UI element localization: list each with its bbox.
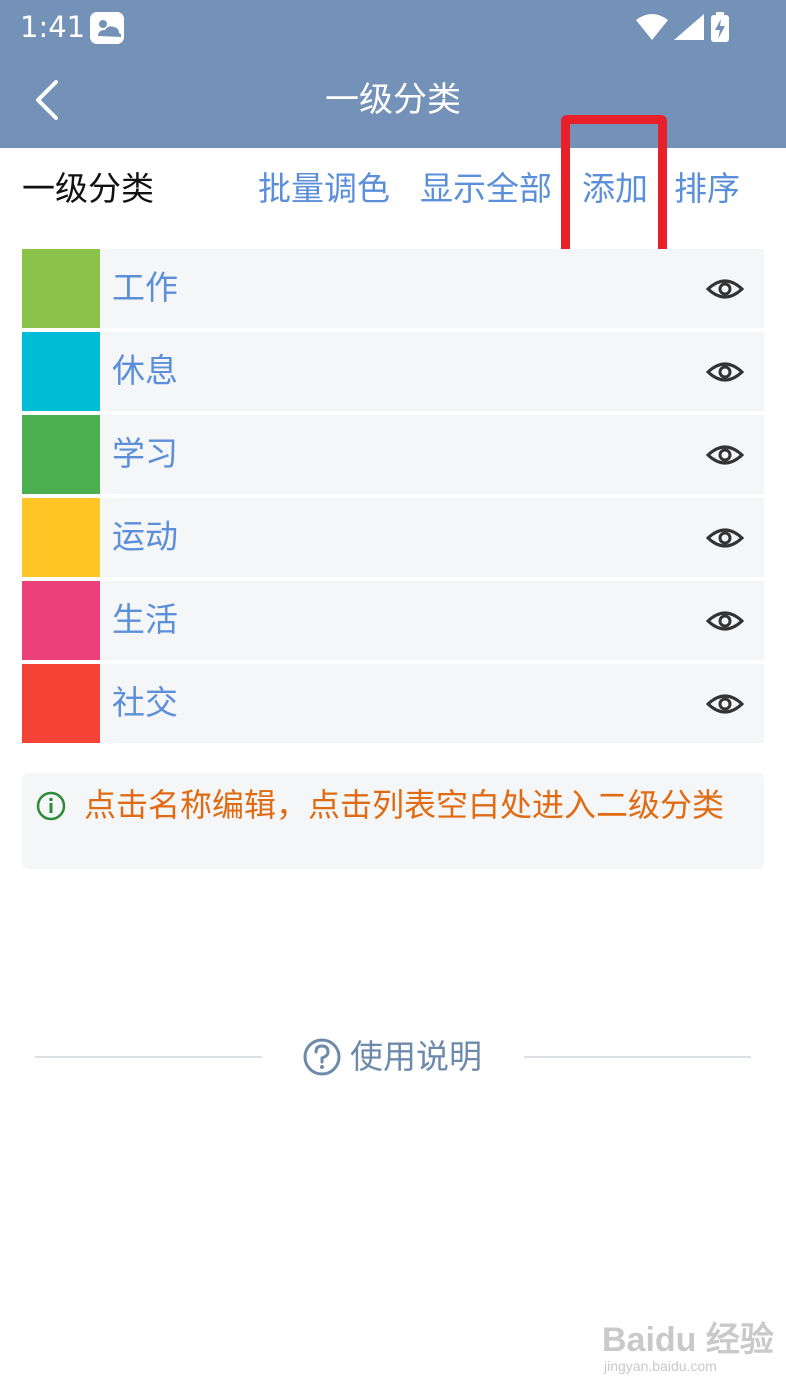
- category-name[interactable]: 运动: [112, 516, 178, 558]
- divider: [524, 1056, 751, 1058]
- weather-icon: [90, 12, 124, 48]
- list-item[interactable]: 生活: [22, 581, 764, 660]
- category-name[interactable]: 生活: [112, 599, 178, 641]
- color-swatch[interactable]: [22, 332, 100, 411]
- color-swatch[interactable]: [22, 664, 100, 743]
- section-title: 一级分类: [22, 169, 154, 208]
- status-icons: [636, 12, 730, 42]
- eye-icon[interactable]: [706, 436, 744, 474]
- divider: [35, 1056, 262, 1058]
- eye-icon[interactable]: [706, 685, 744, 723]
- list-item[interactable]: 学习: [22, 415, 764, 494]
- list-item[interactable]: 社交: [22, 664, 764, 743]
- status-time: 1:41: [20, 10, 86, 44]
- color-swatch[interactable]: [22, 249, 100, 328]
- color-swatch[interactable]: [22, 415, 100, 494]
- eye-icon[interactable]: [706, 353, 744, 391]
- eye-icon[interactable]: [706, 270, 744, 308]
- page-title: 一级分类: [325, 80, 461, 120]
- battery-charging-icon: [711, 12, 729, 42]
- help-link[interactable]: 使用说明: [350, 1036, 482, 1078]
- eye-icon[interactable]: [706, 519, 744, 557]
- color-swatch[interactable]: [22, 498, 100, 577]
- watermark-sub: jingyan.baidu.com: [604, 1358, 717, 1374]
- color-swatch[interactable]: [22, 581, 100, 660]
- tip-text: 点击名称编辑，点击列表空白处进入二级分类: [84, 786, 725, 824]
- category-name[interactable]: 学习: [112, 433, 178, 475]
- category-list: 工作 休息 学习 运动 生活 社交: [22, 249, 764, 747]
- watermark: Baidu 经验: [602, 1321, 774, 1359]
- list-item[interactable]: 运动: [22, 498, 764, 577]
- category-name[interactable]: 工作: [112, 267, 178, 309]
- show-all-button[interactable]: 显示全部: [420, 168, 552, 210]
- signal-icon: [674, 14, 704, 40]
- wifi-icon: [636, 14, 668, 40]
- batch-color-button[interactable]: 批量调色: [258, 168, 390, 210]
- tip-box: 点击名称编辑，点击列表空白处进入二级分类: [22, 773, 764, 869]
- sort-button[interactable]: 排序: [674, 168, 740, 210]
- list-item[interactable]: 工作: [22, 249, 764, 328]
- top-bar: 1:41 一级分类: [0, 0, 786, 148]
- question-icon[interactable]: [303, 1038, 341, 1076]
- category-name[interactable]: 社交: [112, 682, 178, 724]
- list-item[interactable]: 休息: [22, 332, 764, 411]
- category-name[interactable]: 休息: [112, 350, 178, 392]
- eye-icon[interactable]: [706, 602, 744, 640]
- highlight-annotation: [561, 115, 667, 261]
